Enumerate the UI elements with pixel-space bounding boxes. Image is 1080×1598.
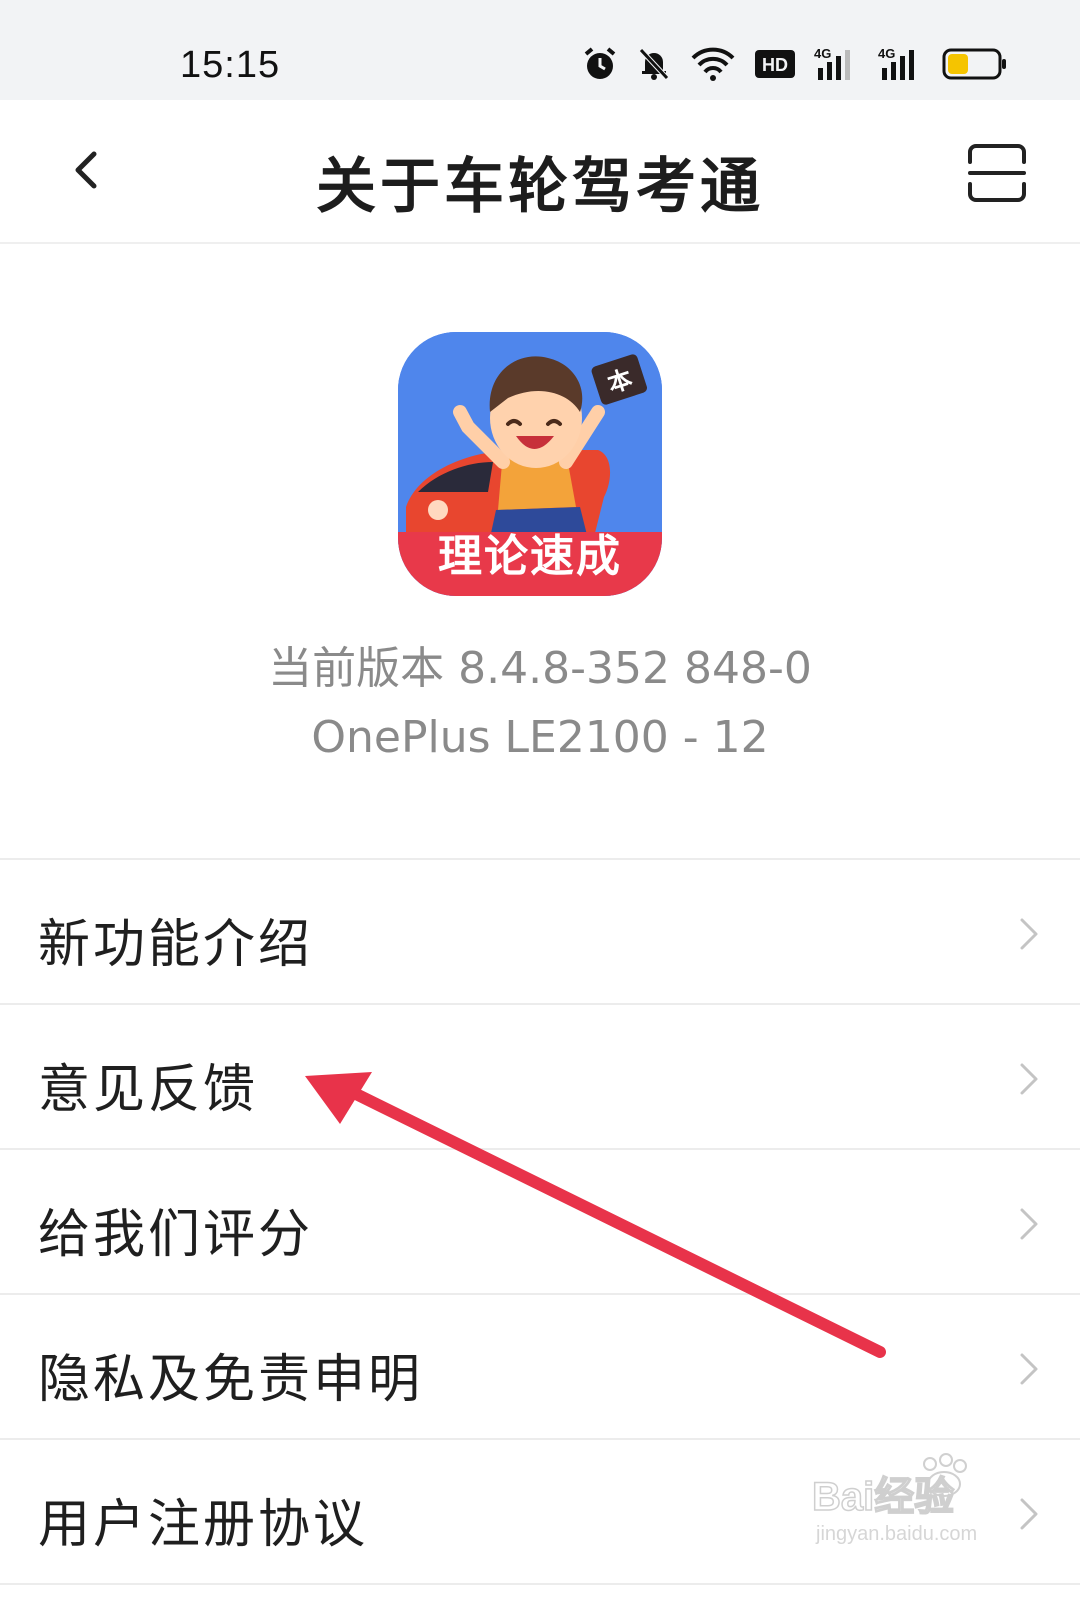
signal-4g-icon: 4G: [814, 46, 850, 80]
network-label: 4G: [878, 46, 895, 61]
page-title: 关于车轮驾考通: [316, 152, 764, 222]
app-badge-label: 理论速成: [438, 531, 622, 582]
chevron-right-icon: [1020, 918, 1038, 950]
status-icons: HD 4G 4G: [582, 46, 1008, 82]
app-logo: 本 理论速成: [398, 332, 662, 596]
watermark-url: jingyan.baidu.com: [815, 1523, 977, 1545]
menu-item-privacy-disclaimer[interactable]: 隐私及免责申明: [0, 1295, 1080, 1440]
chevron-right-icon: [1020, 1498, 1038, 1530]
menu-item-label: 意见反馈: [38, 1060, 259, 1120]
network-label: 4G: [814, 46, 831, 61]
alarm-icon: [584, 47, 616, 79]
status-time: 15:15: [180, 44, 281, 86]
nav-bar: 关于车轮驾考通: [0, 100, 1080, 244]
watermark: Bai经验 jingyan.baidu.com: [812, 1453, 977, 1545]
mute-icon: [639, 48, 669, 80]
chevron-right-icon: [1020, 1208, 1038, 1240]
chevron-right-icon: [1020, 1063, 1038, 1095]
menu-item-label: 新功能介绍: [38, 915, 314, 975]
menu-item-feedback[interactable]: 意见反馈: [0, 1005, 1080, 1150]
version-text: 当前版本 8.4.8-352 848-0: [268, 643, 812, 694]
status-bar: 15:15 HD 4G 4G: [0, 0, 1080, 100]
menu-item-rate-us[interactable]: 给我们评分: [0, 1150, 1080, 1295]
menu-item-label: 隐私及免责申明: [38, 1350, 424, 1410]
watermark-brand: Bai经验: [812, 1475, 954, 1519]
scan-icon[interactable]: [966, 142, 1028, 204]
hd-icon: HD: [755, 50, 795, 78]
menu-item-label: 给我们评分: [38, 1205, 314, 1265]
device-text: OnePlus LE2100 - 12: [311, 712, 769, 763]
battery-icon: [942, 48, 1006, 80]
wifi-icon: [691, 47, 735, 81]
hd-label: HD: [762, 55, 788, 75]
signal-4g-icon: 4G: [878, 46, 914, 80]
menu-item-label: 用户注册协议: [38, 1495, 369, 1555]
menu-item-new-features[interactable]: 新功能介绍: [0, 860, 1080, 1005]
chevron-right-icon: [1020, 1353, 1038, 1385]
